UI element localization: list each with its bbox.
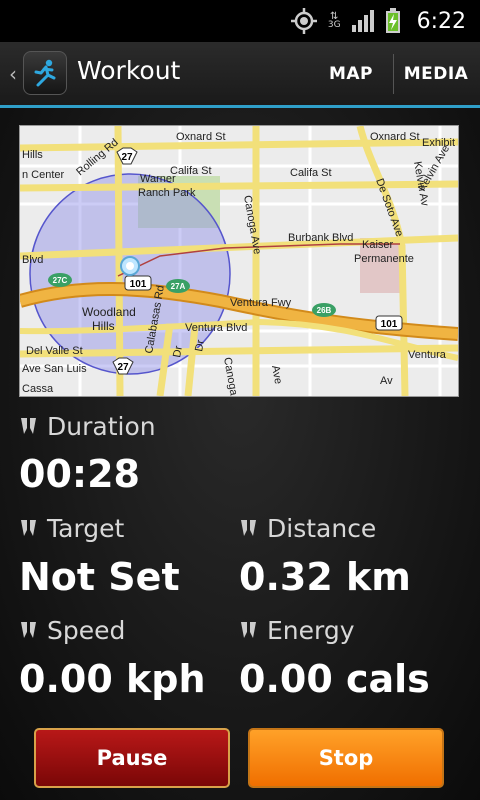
battery-charging-icon [385, 8, 401, 34]
svg-text:Cassa: Cassa [22, 383, 54, 395]
svg-text:Dr: Dr [193, 339, 207, 353]
svg-text:Burbank Blvd: Burbank Blvd [288, 232, 353, 244]
svg-text:Ventura Blvd: Ventura Blvd [185, 322, 247, 334]
shoe-print-icon [239, 620, 259, 642]
svg-text:Kaiser: Kaiser [362, 239, 394, 251]
svg-text:Oxnard St: Oxnard St [176, 131, 226, 143]
target-label: Target [19, 514, 124, 543]
svg-text:26B: 26B [317, 306, 332, 315]
shoe-print-icon [19, 518, 39, 540]
workout-map[interactable]: Oxnard St Oxnard St Exhibit Califa St Ca… [19, 125, 459, 397]
svg-text:Woodland: Woodland [82, 305, 136, 319]
svg-text:Blvd: Blvd [22, 254, 43, 266]
back-chevron-icon[interactable]: ‹ [9, 62, 17, 86]
distance-value: 0.32 km [239, 555, 411, 599]
energy-label: Energy [239, 616, 355, 645]
page-title: Workout [77, 56, 181, 85]
svg-text:Hills: Hills [22, 149, 43, 161]
distance-label: Distance [239, 514, 376, 543]
shoe-print-icon [19, 416, 39, 438]
svg-text:Ave San Luis: Ave San Luis [22, 363, 87, 375]
shoe-print-icon [239, 518, 259, 540]
svg-text:101: 101 [130, 279, 147, 290]
gps-icon [290, 7, 318, 35]
svg-text:27: 27 [121, 152, 133, 163]
speed-label: Speed [19, 616, 125, 645]
tab-map[interactable]: MAP [318, 42, 384, 105]
svg-text:Califa St: Califa St [290, 167, 332, 179]
svg-text:27: 27 [117, 362, 129, 373]
signal-icon [351, 9, 375, 33]
svg-text:27C: 27C [53, 276, 68, 285]
svg-text:Del Valle St: Del Valle St [26, 345, 83, 357]
svg-text:Permanente: Permanente [354, 253, 414, 265]
svg-text:Av: Av [380, 375, 393, 387]
tab-divider [393, 54, 394, 94]
pause-button[interactable]: Pause [34, 728, 230, 788]
runner-icon[interactable] [23, 51, 67, 95]
speed-value: 0.00 kph [19, 657, 206, 701]
status-bar: ⇅ 3G 6:22 [0, 0, 480, 42]
shoe-print-icon [19, 620, 39, 642]
svg-text:Ranch Park: Ranch Park [138, 187, 196, 199]
svg-text:Warner: Warner [140, 173, 176, 185]
svg-text:Hills: Hills [92, 319, 115, 333]
duration-value: 00:28 [19, 452, 140, 496]
duration-label: Duration [19, 412, 156, 441]
target-value: Not Set [19, 555, 180, 599]
tab-media[interactable]: MEDIA [400, 42, 472, 105]
svg-text:27A: 27A [171, 282, 186, 291]
svg-text:101: 101 [381, 319, 398, 330]
svg-text:Ventura: Ventura [408, 349, 447, 361]
action-bar: ‹ Workout MAP MEDIA [0, 42, 480, 108]
stop-button[interactable]: Stop [248, 728, 444, 788]
svg-text:n Center: n Center [22, 169, 65, 181]
svg-text:Ventura Fwy: Ventura Fwy [230, 297, 292, 309]
svg-text:Califa St: Califa St [170, 165, 212, 177]
svg-text:Oxnard St: Oxnard St [370, 131, 420, 143]
energy-value: 0.00 cals [239, 657, 430, 701]
3g-data-icon: ⇅ 3G [327, 11, 341, 30]
status-time: 6:22 [416, 8, 466, 34]
svg-text:Dr: Dr [171, 345, 185, 359]
